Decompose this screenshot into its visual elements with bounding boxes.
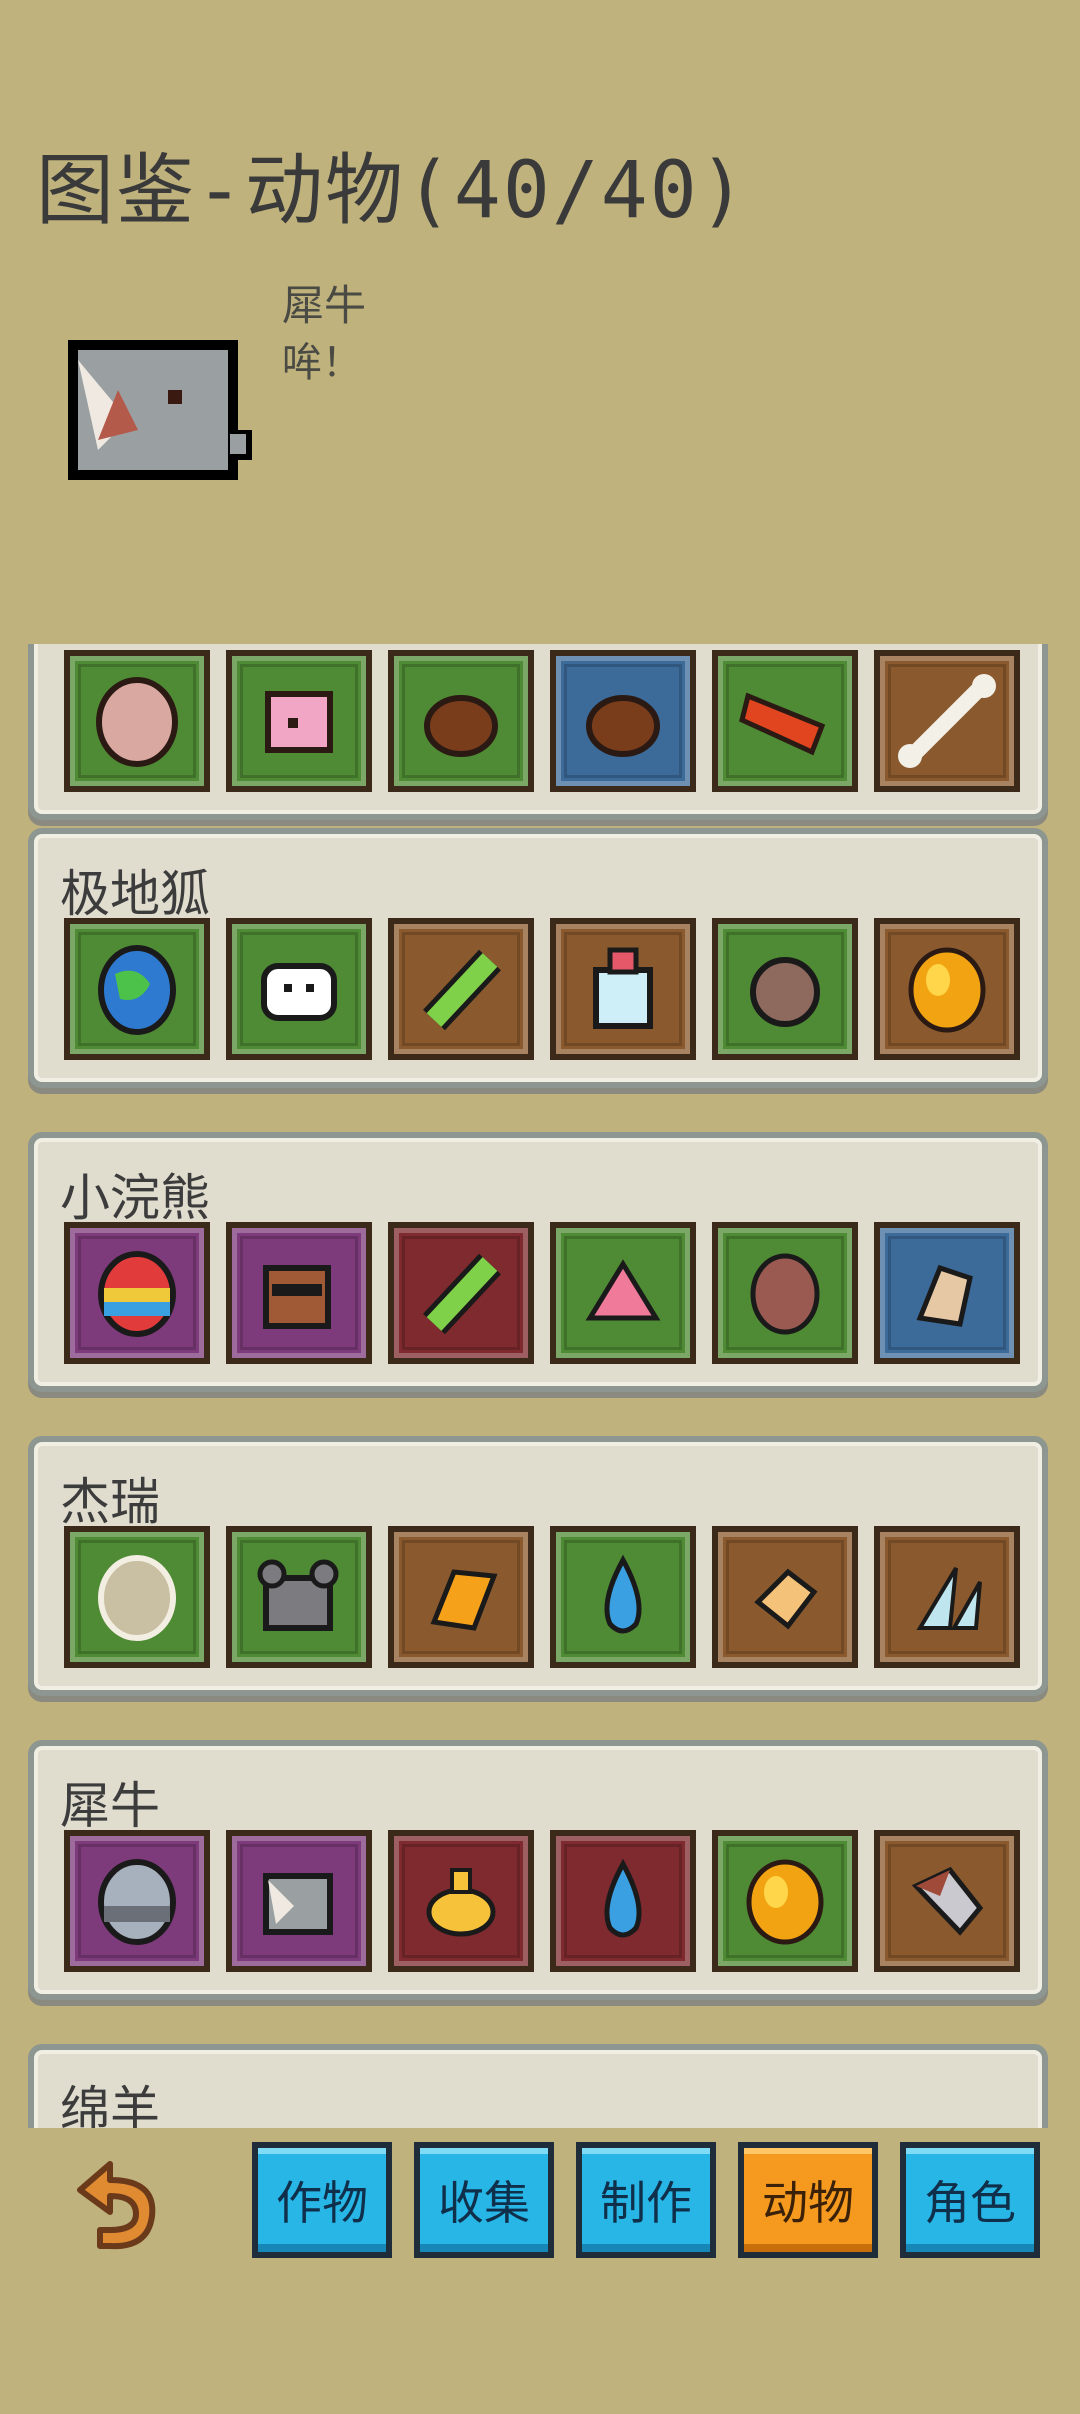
cucumber-icon[interactable] (388, 918, 534, 1060)
collection-group: 犀牛 (28, 1740, 1048, 2000)
crystal-icon[interactable] (874, 1526, 1020, 1668)
collection-list[interactable]: 极地狐 小浣熊 杰瑞 犀牛 绵羊 (0, 644, 1080, 2128)
pig-icon[interactable] (226, 650, 372, 792)
oil-lamp-icon[interactable] (388, 1830, 534, 1972)
bone-icon[interactable] (874, 650, 1020, 792)
collection-group: 极地狐 (28, 828, 1048, 1088)
back-icon[interactable] (60, 2150, 170, 2260)
cheese-icon[interactable] (712, 1526, 858, 1668)
meat-icon[interactable] (712, 1222, 858, 1364)
honeycomb-icon[interactable] (388, 1526, 534, 1668)
group-title: 绵羊 (60, 2081, 160, 2128)
group-title: 杰瑞 (60, 1473, 160, 1531)
horn-icon[interactable] (874, 1830, 1020, 1972)
metal-egg-icon[interactable] (64, 1830, 210, 1972)
group-title: 极地狐 (60, 865, 210, 923)
rhino-icon[interactable] (226, 1830, 372, 1972)
preview-name: 犀牛 (282, 281, 367, 330)
collection-group: 绵羊 (28, 2044, 1048, 2128)
rhino-icon (58, 330, 258, 500)
acorn-icon[interactable] (388, 650, 534, 792)
pink-gem-icon[interactable] (550, 1222, 696, 1364)
gold-egg-icon[interactable] (712, 1830, 858, 1972)
tab-collect[interactable]: 收集 (414, 2142, 554, 2258)
mouse-icon[interactable] (226, 1526, 372, 1668)
collection-group (28, 644, 1048, 820)
water-drop-icon[interactable] (550, 1830, 696, 1972)
tab-animals[interactable]: 动物 (738, 2142, 878, 2258)
raccoon-icon[interactable] (226, 1222, 372, 1364)
egg-icon[interactable] (64, 650, 210, 792)
tab-crops[interactable]: 作物 (252, 2142, 392, 2258)
urchin-icon[interactable] (712, 918, 858, 1060)
tab-craft[interactable]: 制作 (576, 2142, 716, 2258)
gold-egg-icon[interactable] (874, 918, 1020, 1060)
group-title: 犀牛 (60, 1777, 160, 1835)
bacon-icon[interactable] (712, 650, 858, 792)
page-title: 图鉴-动物(40/40) (36, 146, 748, 236)
water-drop-icon[interactable] (550, 1526, 696, 1668)
earth-egg-icon[interactable] (64, 918, 210, 1060)
acorn-icon[interactable] (550, 650, 696, 792)
group-title: 小浣熊 (60, 1169, 210, 1227)
tab-characters[interactable]: 角色 (900, 2142, 1040, 2258)
preview-description: 哞！ (282, 340, 362, 386)
rainbow-egg-icon[interactable] (64, 1222, 210, 1364)
cucumber-icon[interactable] (388, 1222, 534, 1364)
collection-group: 小浣熊 (28, 1132, 1048, 1392)
ginger-icon[interactable] (874, 1222, 1020, 1364)
bottle-icon[interactable] (550, 918, 696, 1060)
egg-icon[interactable] (64, 1526, 210, 1668)
fox-icon[interactable] (226, 918, 372, 1060)
collection-group: 杰瑞 (28, 1436, 1048, 1696)
